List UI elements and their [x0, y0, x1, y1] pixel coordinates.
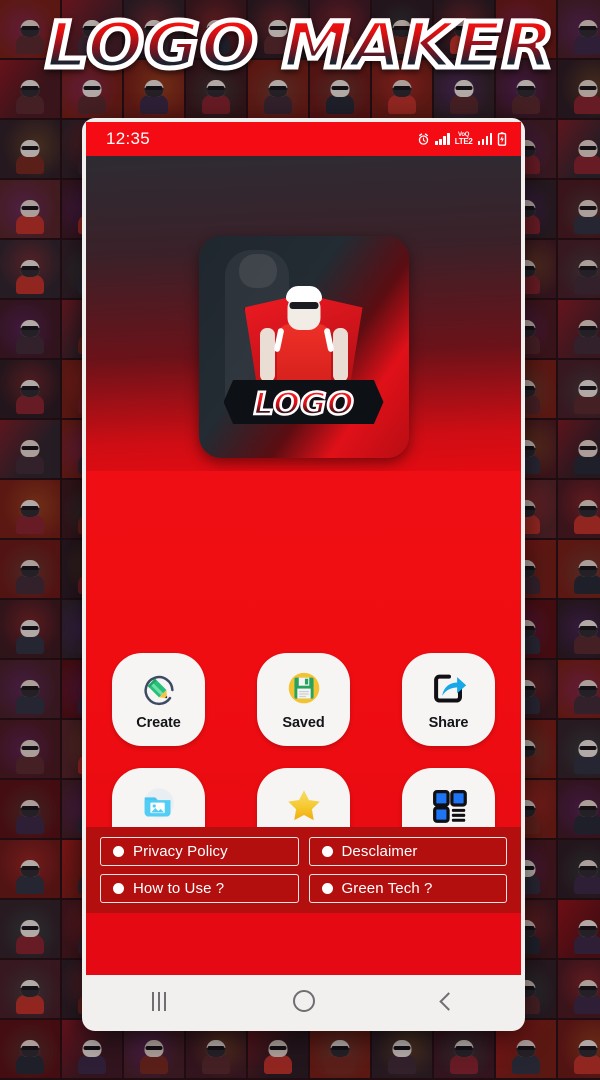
- action-label-saved: Saved: [282, 714, 325, 731]
- signal-bars-secondary-icon: [477, 133, 492, 145]
- signal-bars-icon: [435, 133, 450, 145]
- footer-link-green-tech[interactable]: Green Tech ?: [308, 874, 507, 903]
- app-main-body: Create Saved Share Privacy Policy Descla…: [86, 471, 521, 913]
- app-title: LOGO MAKER: [43, 9, 557, 82]
- mascot-hair: [285, 286, 322, 302]
- status-bar-icons: VoQ LTE2: [417, 132, 507, 146]
- mascot-sunglasses: [289, 302, 318, 309]
- footer-link-label: Green Tech ?: [341, 880, 433, 897]
- battery-charging-icon: [497, 132, 507, 146]
- app-title-banner: LOGO MAKER: [0, 9, 600, 82]
- nav-back-button[interactable]: [414, 983, 484, 1019]
- mascot-left-arm: [259, 328, 275, 382]
- nav-recents-button[interactable]: [124, 983, 194, 1019]
- back-icon: [439, 991, 458, 1011]
- action-tile-share[interactable]: Share: [402, 653, 495, 746]
- footer-link-label: Privacy Policy: [133, 843, 228, 860]
- image-folder-icon: [138, 784, 180, 826]
- alarm-clock-icon: [419, 132, 429, 145]
- hero-preview-area: LOGO: [86, 156, 521, 471]
- volte-icon: VoQ LTE2: [455, 132, 473, 146]
- footer-links: Privacy Policy Desclaimer How to Use ? G…: [86, 827, 521, 913]
- pencil-circle-icon: [138, 669, 180, 711]
- mascot-right-arm: [332, 328, 348, 382]
- android-navigation-bar: [86, 975, 521, 1027]
- footer-link-desclaimer[interactable]: Desclaimer: [308, 837, 507, 866]
- share-arrow-icon: [428, 669, 470, 711]
- mascot-jersey: [276, 324, 331, 386]
- action-tile-create[interactable]: Create: [112, 653, 205, 746]
- action-tile-saved[interactable]: Saved: [257, 653, 350, 746]
- floppy-disk-icon: [283, 669, 325, 711]
- bullet-dot-icon: [113, 846, 124, 857]
- bullet-dot-icon: [321, 883, 333, 894]
- home-icon: [292, 990, 315, 1012]
- hero-background-silhouette-head: [238, 254, 277, 288]
- footer-link-label: Desclaimer: [341, 843, 418, 860]
- phone-screen: 12:35 VoQ LTE2 LOGO Create Saved Share P…: [86, 122, 521, 975]
- action-label-create: Create: [136, 714, 181, 731]
- footer-link-label: How to Use ?: [133, 880, 225, 897]
- status-bar: 12:35 VoQ LTE2: [86, 122, 521, 156]
- footer-link-privacy-policy[interactable]: Privacy Policy: [100, 837, 299, 866]
- phone-mockup-frame: 12:35 VoQ LTE2 LOGO Create Saved Share P…: [82, 118, 525, 1031]
- bullet-dot-icon: [113, 883, 124, 894]
- action-label-share: Share: [428, 714, 469, 731]
- star-icon: [283, 784, 325, 826]
- logo-preview-card[interactable]: LOGO: [198, 236, 409, 458]
- footer-link-how-to-use[interactable]: How to Use ?: [100, 874, 299, 903]
- hero-logo-text: LOGO: [252, 387, 355, 422]
- grid-apps-icon: [428, 784, 470, 826]
- status-bar-time: 12:35: [106, 129, 151, 148]
- nav-home-button[interactable]: [269, 983, 339, 1019]
- volte-bottom-label: LTE2: [454, 137, 473, 146]
- recents-icon: [151, 991, 166, 1011]
- bullet-dot-icon: [321, 846, 333, 857]
